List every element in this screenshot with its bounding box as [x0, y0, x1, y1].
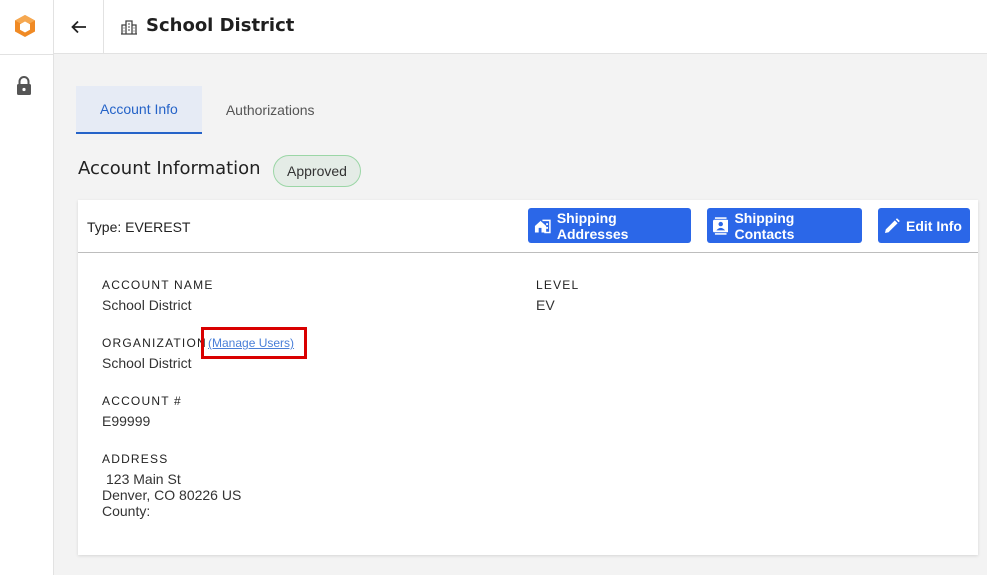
- edit-info-button[interactable]: Edit Info: [878, 208, 970, 243]
- account-number-value: E99999: [102, 413, 151, 429]
- house-icon: [534, 219, 551, 233]
- highlight-box: [201, 327, 307, 359]
- building-icon: [121, 20, 137, 35]
- top-header: School District: [54, 0, 987, 54]
- lock-icon[interactable]: [15, 76, 33, 96]
- tab-authorizations[interactable]: Authorizations: [202, 86, 339, 134]
- address-line-2: Denver, CO 80226 US: [102, 487, 242, 503]
- account-type-label: Type: EVEREST: [87, 219, 191, 235]
- account-number-label: ACCOUNT #: [102, 394, 182, 408]
- contact-card-icon: [713, 216, 729, 235]
- pencil-icon: [885, 217, 900, 233]
- shipping-contacts-label: Shipping Contacts: [734, 209, 795, 242]
- level-value: EV: [536, 297, 555, 313]
- address-line-3: County:: [102, 503, 151, 519]
- shipping-addresses-label: Shipping Addresses: [556, 209, 629, 242]
- card-header: Type: EVEREST Shipping Addresses Shippin…: [78, 200, 978, 253]
- shipping-addresses-button[interactable]: Shipping Addresses: [528, 208, 691, 243]
- page-title: School District: [146, 15, 295, 36]
- address-line-1: 123 Main St: [106, 471, 181, 487]
- rail-divider: [0, 54, 54, 55]
- status-badge: Approved: [273, 155, 361, 187]
- arrow-left-icon: [70, 20, 86, 34]
- shipping-contacts-button[interactable]: Shipping Contacts: [707, 208, 862, 243]
- cube-logo-icon[interactable]: [12, 13, 38, 39]
- tab-account-info[interactable]: Account Info: [76, 86, 202, 134]
- address-label: ADDRESS: [102, 452, 169, 466]
- level-label: LEVEL: [536, 278, 580, 292]
- left-rail: [0, 0, 54, 575]
- account-name-label: ACCOUNT NAME: [102, 278, 214, 292]
- edit-info-label: Edit Info: [906, 217, 962, 234]
- account-name-value: School District: [102, 297, 192, 313]
- account-info-card: Type: EVEREST Shipping Addresses Shippin…: [78, 200, 978, 555]
- tab-bar: Account Info Authorizations: [76, 86, 339, 134]
- organization-value: School District: [102, 355, 192, 371]
- organization-label: ORGANIZATION: [102, 336, 207, 350]
- back-button[interactable]: [54, 0, 104, 54]
- section-title: Account Information: [78, 158, 261, 179]
